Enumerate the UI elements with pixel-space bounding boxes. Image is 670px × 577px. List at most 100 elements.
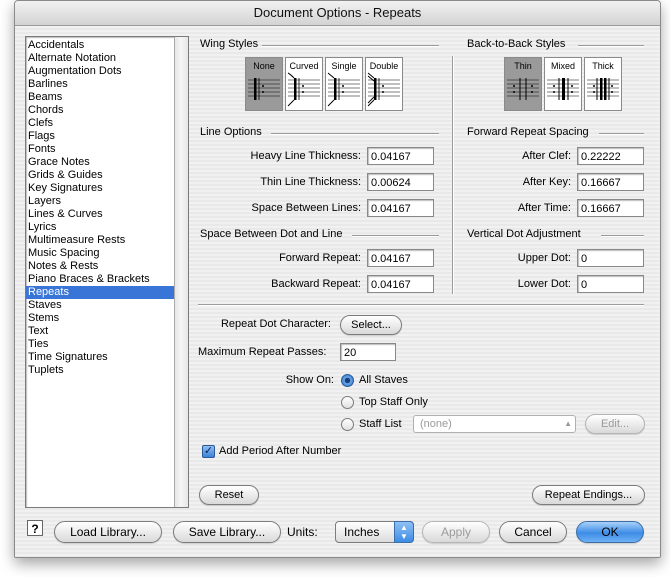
list-item[interactable]: Music Spacing xyxy=(26,247,174,260)
list-item[interactable]: Text xyxy=(26,325,174,338)
select-dot-character-button[interactable]: Select... xyxy=(340,315,402,335)
after-time-label: After Time: xyxy=(517,202,571,214)
forward-spacing-title: Forward Repeat Spacing xyxy=(467,126,589,138)
space-between-lines-label: Space Between Lines: xyxy=(251,202,361,214)
list-item[interactable]: Flags xyxy=(26,130,174,143)
wing-style-single-button[interactable]: Single xyxy=(325,57,363,111)
title-bar[interactable]: Document Options - Repeats xyxy=(15,1,660,26)
repeat-barline-icon xyxy=(326,72,362,111)
staff-list-popup[interactable]: (none) ▲ xyxy=(413,415,576,433)
units-label: Units: xyxy=(287,525,318,539)
list-item[interactable]: Beams xyxy=(26,91,174,104)
list-item[interactable]: Grids & Guides xyxy=(26,169,174,182)
add-period-label: Add Period After Number xyxy=(219,445,342,457)
popup-arrows-icon: ▲ ▼ xyxy=(394,521,414,543)
wing-styles-title: Wing Styles xyxy=(200,38,259,50)
list-item[interactable]: Time Signatures xyxy=(26,351,174,364)
units-popup[interactable]: Inches ▲ ▼ xyxy=(335,521,414,543)
list-item[interactable]: Staves xyxy=(26,299,174,312)
save-library-button[interactable]: Save Library... xyxy=(173,521,281,543)
radio-staff-list[interactable] xyxy=(341,418,354,431)
radio-top-staff-only-label: Top Staff Only xyxy=(359,396,428,408)
ok-button[interactable]: OK xyxy=(576,521,644,543)
list-item[interactable]: Grace Notes xyxy=(26,156,174,169)
dot-line-title: Space Between Dot and Line xyxy=(200,228,343,240)
list-item[interactable]: Clefs xyxy=(26,117,174,130)
upper-dot-field[interactable]: 0 xyxy=(577,249,644,267)
list-item[interactable]: Barlines xyxy=(26,78,174,91)
list-item[interactable]: Notes & Rests xyxy=(26,260,174,273)
repeat-dot-label: Repeat Dot Character: xyxy=(220,318,331,330)
heavy-line-thickness-field[interactable]: 0.04167 xyxy=(367,147,434,165)
checkmark-icon: ✓ xyxy=(203,445,214,457)
repeat-barline-icon xyxy=(366,72,402,111)
help-button[interactable]: ? xyxy=(27,520,43,536)
space-between-lines-field[interactable]: 0.04167 xyxy=(367,199,434,217)
b2b-style-thick-button[interactable]: Thick xyxy=(584,57,622,111)
backward-repeat-label: Backward Repeat: xyxy=(271,278,361,290)
after-key-field[interactable]: 0.16667 xyxy=(577,173,644,191)
list-item[interactable]: Repeats xyxy=(26,286,174,299)
cancel-button[interactable]: Cancel xyxy=(499,521,567,543)
lower-dot-field[interactable]: 0 xyxy=(577,275,644,293)
load-library-button[interactable]: Load Library... xyxy=(54,521,162,543)
list-item[interactable]: Fonts xyxy=(26,143,174,156)
radio-top-staff-only[interactable] xyxy=(341,396,354,409)
dot-line-divider xyxy=(352,235,439,237)
reset-button[interactable]: Reset xyxy=(199,485,259,505)
list-item[interactable]: Multimeasure Rests xyxy=(26,234,174,247)
list-item[interactable]: Chords xyxy=(26,104,174,117)
list-item[interactable]: Piano Braces & Brackets xyxy=(26,273,174,286)
after-clef-field[interactable]: 0.22222 xyxy=(577,147,644,165)
max-passes-field[interactable]: 20 xyxy=(340,343,396,361)
list-item[interactable]: Augmentation Dots xyxy=(26,65,174,78)
after-clef-label: After Clef: xyxy=(522,150,571,162)
list-item[interactable]: Accidentals xyxy=(26,39,174,52)
repeat-barline-icon xyxy=(585,72,621,111)
repeat-barline-icon xyxy=(505,72,541,111)
b2b-styles-divider xyxy=(578,45,644,47)
list-item[interactable]: Alternate Notation xyxy=(26,52,174,65)
forward-repeat-field[interactable]: 0.04167 xyxy=(367,249,434,267)
tile-label: Thin xyxy=(514,61,532,71)
forward-repeat-label: Forward Repeat: xyxy=(279,252,361,264)
wing-style-double-button[interactable]: Double xyxy=(365,57,403,111)
tile-label: Curved xyxy=(289,61,319,71)
repeat-barline-icon xyxy=(545,72,581,111)
b2b-style-mixed-button[interactable]: Mixed xyxy=(544,57,582,111)
window-title: Document Options - Repeats xyxy=(253,5,422,20)
list-item[interactable]: Lines & Curves xyxy=(26,208,174,221)
options-separator xyxy=(198,304,644,306)
tile-label: Thick xyxy=(592,61,614,71)
list-item[interactable]: Layers xyxy=(26,195,174,208)
backward-repeat-field[interactable]: 0.04167 xyxy=(367,275,434,293)
heavy-line-label: Heavy Line Thickness: xyxy=(250,150,361,162)
apply-button[interactable]: Apply xyxy=(422,521,490,543)
add-period-checkbox[interactable]: ✓ xyxy=(202,445,215,458)
b2b-style-thin-button[interactable]: Thin xyxy=(504,57,542,111)
vertical-dot-divider xyxy=(601,235,644,237)
thin-line-thickness-field[interactable]: 0.00624 xyxy=(367,173,434,191)
line-options-divider xyxy=(271,133,439,135)
repeat-endings-button[interactable]: Repeat Endings... xyxy=(532,485,645,505)
line-options-title: Line Options xyxy=(200,126,262,138)
list-item[interactable]: Stems xyxy=(26,312,174,325)
repeat-barline-icon xyxy=(286,72,322,111)
list-item[interactable]: Key Signatures xyxy=(26,182,174,195)
wing-style-none-button[interactable]: None xyxy=(245,57,283,111)
category-list[interactable]: Accidentals Alternate Notation Augmentatio… xyxy=(25,36,189,508)
radio-all-staves-label: All Staves xyxy=(359,374,408,386)
radio-all-staves[interactable] xyxy=(341,374,354,387)
tile-label: None xyxy=(253,61,275,71)
upper-dot-label: Upper Dot: xyxy=(517,252,571,264)
wing-style-curved-button[interactable]: Curved xyxy=(285,57,323,111)
list-item[interactable]: Lyrics xyxy=(26,221,174,234)
list-item[interactable]: Tuplets xyxy=(26,364,174,377)
column-separator xyxy=(452,56,454,294)
list-scrollbar[interactable] xyxy=(174,37,188,507)
tile-label: Double xyxy=(369,61,399,71)
edit-staff-list-button[interactable]: Edit... xyxy=(585,414,645,434)
list-item[interactable]: Ties xyxy=(26,338,174,351)
after-time-field[interactable]: 0.16667 xyxy=(577,199,644,217)
tile-label: Mixed xyxy=(550,61,575,71)
